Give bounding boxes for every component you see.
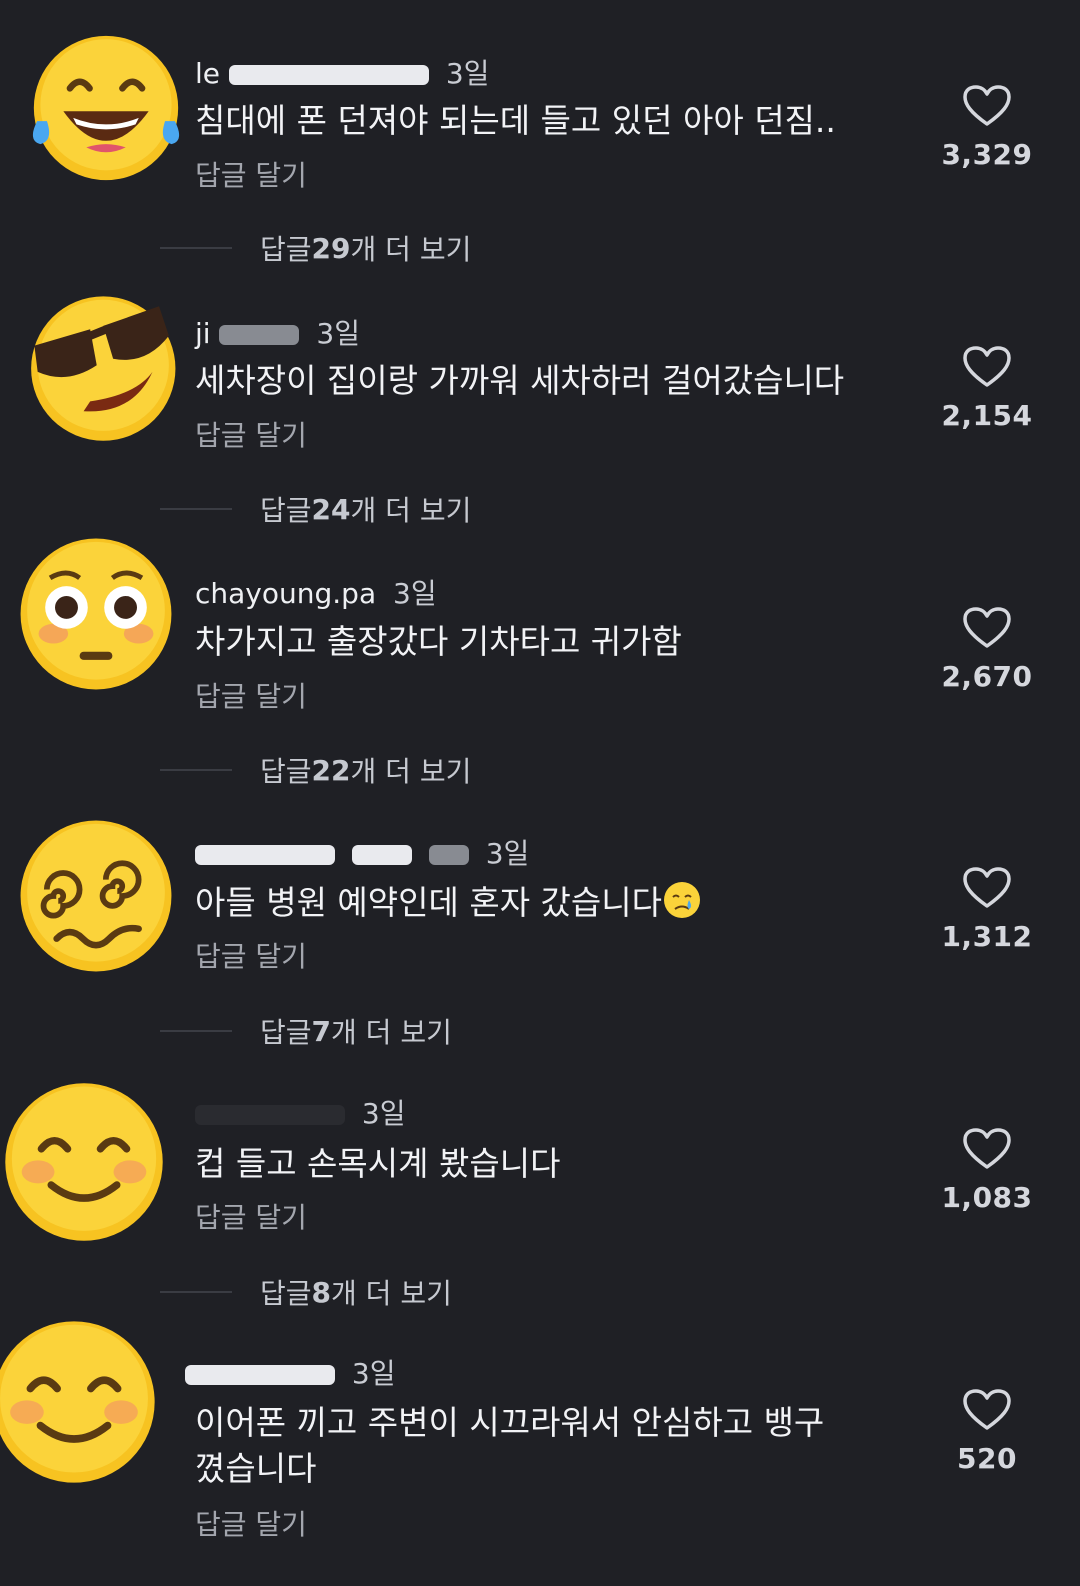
dizzy-face-icon[interactable] (14, 814, 178, 978)
view-more-replies[interactable]: 답글 8개 더 보기 (160, 1272, 452, 1312)
crying-face-icon (664, 882, 700, 918)
like-count: 520 (957, 1442, 1017, 1475)
like-button[interactable]: 2,154 (932, 345, 1042, 432)
comment-time: 3일 (485, 837, 530, 870)
like-count: 2,670 (941, 660, 1033, 693)
comment-time: 3일 (316, 317, 360, 350)
smiling-face-with-smiling-eyes-icon[interactable] (0, 1318, 158, 1486)
smiling-face-with-sunglasses-icon[interactable] (18, 280, 182, 444)
like-button[interactable]: 2,670 (932, 606, 1042, 693)
comment-text: 세차장이 집이랑 가까워 세차하러 걸어갔습니다 (195, 361, 845, 400)
reply-button[interactable]: 답글 달기 (195, 935, 307, 975)
like-count: 1,312 (941, 920, 1033, 953)
heart-icon (963, 85, 1011, 126)
reply-button[interactable]: 답글 달기 (195, 154, 307, 194)
view-more-prefix: 답글 (260, 233, 312, 266)
comment-text: 이어폰 끼고 주변이 시끄라워서 안심하고 뱅구 꼈습니다 (195, 1403, 825, 1488)
view-more-replies[interactable]: 답글 7개 더 보기 (160, 1011, 452, 1051)
view-more-prefix: 답글 (260, 1016, 312, 1049)
redacted-username (351, 845, 412, 865)
reply-count: 8 (311, 1275, 332, 1309)
comment-meta: 3일 (195, 832, 529, 872)
divider (160, 1030, 232, 1032)
redacted-username (185, 1365, 335, 1385)
redacted-username (228, 65, 429, 85)
heart-icon (963, 607, 1011, 648)
redacted-username (219, 325, 300, 345)
comment-meta: 3일 (195, 1092, 405, 1132)
view-more-suffix: 개 더 보기 (350, 755, 472, 788)
reply-count: 22 (311, 753, 351, 787)
heart-icon (963, 867, 1011, 908)
view-more-suffix: 개 더 보기 (331, 1016, 452, 1049)
reply-button[interactable]: 답글 달기 (195, 1196, 307, 1236)
like-button[interactable]: 520 (932, 1388, 1042, 1475)
comment-text: 컵 들고 손목시계 봤습니다 (195, 1144, 561, 1183)
redacted-username (195, 1105, 345, 1125)
reply-button[interactable]: 답글 달기 (195, 675, 307, 715)
heart-icon (963, 1389, 1011, 1430)
view-more-replies[interactable]: 답글 24 개 더 보기 (160, 489, 471, 529)
username[interactable]: chayoung.pa (195, 577, 376, 610)
comment-time: 3일 (393, 577, 437, 610)
like-count: 3,329 (941, 138, 1033, 171)
like-button[interactable]: 3,329 (932, 84, 1042, 171)
divider (160, 769, 232, 771)
comment-time: 3일 (445, 57, 490, 90)
like-button[interactable]: 1,083 (932, 1127, 1042, 1214)
username[interactable]: le (195, 57, 220, 90)
redacted-username (428, 845, 469, 865)
flushed-face-icon[interactable] (14, 532, 178, 696)
username[interactable]: ji (195, 317, 211, 350)
comment-meta: 3일 (185, 1352, 396, 1392)
reply-button[interactable]: 답글 달기 (195, 414, 307, 454)
view-more-prefix: 답글 (260, 755, 312, 788)
comment-text: 침대에 폰 던져야 되는데 들고 있던 아아 던짐.. (195, 101, 836, 140)
view-more-replies[interactable]: 답글 22 개 더 보기 (160, 750, 471, 790)
divider (160, 247, 232, 249)
reply-count: 7 (311, 1014, 332, 1048)
comment-time: 3일 (351, 1357, 396, 1390)
view-more-suffix: 개 더 보기 (331, 1277, 452, 1310)
heart-icon (963, 346, 1011, 387)
comment-text: 아들 병원 예약인데 혼자 갔습니다 (195, 880, 895, 926)
heart-icon (963, 1128, 1011, 1169)
view-more-prefix: 답글 (260, 1277, 312, 1310)
view-more-suffix: 개 더 보기 (350, 494, 472, 527)
divider (160, 1291, 232, 1293)
comments-panel: le 3일 침대에 폰 던져야 되는데 들고 있던 아아 던짐.. 답글 달기 … (0, 0, 1080, 1586)
view-more-replies[interactable]: 답글 29 개 더 보기 (160, 228, 471, 268)
comment-meta: ji 3일 (195, 312, 360, 352)
comment-text: 차가지고 출장갔다 기차타고 귀가함 (195, 622, 682, 661)
reply-count: 24 (311, 492, 351, 526)
divider (160, 508, 232, 510)
like-count: 1,083 (941, 1181, 1033, 1214)
comment-time: 3일 (361, 1097, 406, 1130)
comment-meta: le 3일 (195, 52, 489, 92)
redacted-username (195, 845, 335, 865)
view-more-prefix: 답글 (260, 494, 312, 527)
comment-meta: chayoung.pa 3일 (195, 572, 437, 612)
face-tears-of-joy-icon[interactable] (24, 26, 188, 190)
like-button[interactable]: 1,312 (932, 866, 1042, 953)
view-more-suffix: 개 더 보기 (350, 233, 472, 266)
comment-text-body: 아들 병원 예약인데 혼자 갔습니다 (195, 883, 662, 922)
reply-count: 29 (311, 231, 351, 265)
like-count: 2,154 (941, 399, 1033, 432)
reply-button[interactable]: 답글 달기 (195, 1503, 307, 1543)
smiling-face-with-smiling-eyes-icon[interactable] (2, 1080, 166, 1244)
